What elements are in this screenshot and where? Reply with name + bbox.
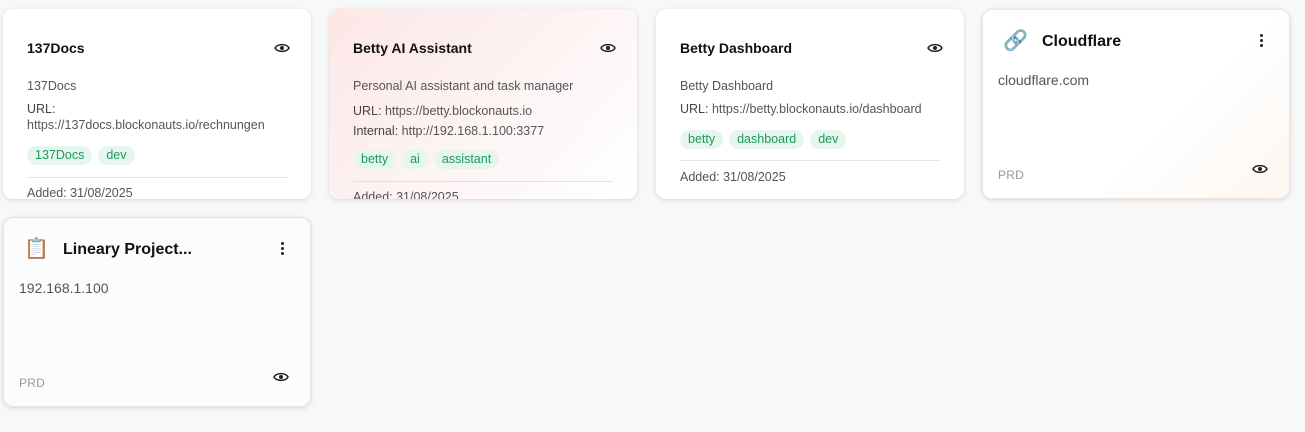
- more-options-icon[interactable]: [276, 239, 288, 257]
- tag[interactable]: assistant: [433, 150, 500, 169]
- internal-link[interactable]: http://192.168.1.100:3377: [402, 124, 545, 138]
- card-urls: URL: https://betty.blockonauts.io Intern…: [353, 101, 617, 141]
- card-urls: URL: https://betty.blockonauts.io/dashbo…: [680, 101, 944, 117]
- tag[interactable]: betty: [353, 150, 397, 169]
- card-title: 137Docs: [27, 40, 85, 56]
- tag[interactable]: dev: [98, 146, 135, 165]
- url-label: URL:: [680, 102, 709, 116]
- more-options-icon[interactable]: [1255, 31, 1267, 49]
- tag[interactable]: betty: [680, 130, 724, 149]
- divider: [680, 160, 940, 161]
- card-header: Betty AI Assistant: [353, 39, 617, 57]
- link-address[interactable]: cloudflare.com: [998, 72, 1089, 88]
- added-date: Added: 31/08/2025: [27, 186, 133, 199]
- clipboard-icon: 📋: [24, 238, 49, 260]
- divider: [27, 177, 287, 178]
- card-title: Cloudflare: [1042, 33, 1122, 50]
- card-title: Lineary Project...: [63, 241, 192, 258]
- eye-icon[interactable]: [599, 39, 617, 57]
- eye-icon[interactable]: [273, 39, 291, 57]
- card-urls: URL: https://137docs.blockonauts.io/rech…: [27, 101, 291, 133]
- tag-list: betty dashboard dev: [680, 130, 847, 149]
- added-date: Added: 31/08/2025: [680, 170, 786, 184]
- url-label: URL:: [353, 104, 382, 118]
- url-link[interactable]: https://betty.blockonauts.io: [385, 104, 532, 118]
- environment-label: PRD: [19, 376, 45, 390]
- url-link[interactable]: https://137docs.blockonauts.io/rechnunge…: [27, 118, 265, 132]
- card-header: 137Docs: [27, 39, 291, 57]
- tag[interactable]: dashboard: [729, 130, 805, 149]
- card-description: Betty Dashboard: [680, 79, 774, 93]
- url-link[interactable]: https://betty.blockonauts.io/dashboard: [712, 102, 922, 116]
- url-label: URL:: [27, 102, 56, 116]
- eye-icon[interactable]: [272, 368, 290, 386]
- eye-icon[interactable]: [1251, 160, 1269, 178]
- card-header: Betty Dashboard: [680, 39, 944, 57]
- internal-label: Internal:: [353, 124, 399, 138]
- tag[interactable]: ai: [402, 150, 428, 169]
- service-card-betty-ai[interactable]: Betty AI Assistant Personal AI assistant…: [329, 9, 637, 199]
- link-card-lineary-project[interactable]: 📋 Lineary Project... 192.168.1.100 PRD: [3, 217, 311, 407]
- card-description: 137Docs: [27, 79, 77, 93]
- environment-label: PRD: [998, 168, 1024, 182]
- service-card-137docs[interactable]: 137Docs 137Docs URL: https://137docs.blo…: [3, 9, 311, 199]
- link-card-cloudflare[interactable]: 🔗 Cloudflare cloudflare.com PRD: [982, 9, 1290, 199]
- tag-list: 137Docs dev: [27, 146, 135, 165]
- link-address[interactable]: 192.168.1.100: [19, 280, 109, 296]
- card-description: Personal AI assistant and task manager: [353, 79, 574, 93]
- card-title: Betty Dashboard: [680, 40, 793, 56]
- tag[interactable]: 137Docs: [27, 146, 93, 165]
- divider: [353, 181, 613, 182]
- tag[interactable]: dev: [810, 130, 847, 149]
- eye-icon[interactable]: [926, 39, 944, 57]
- added-date: Added: 31/08/2025: [353, 190, 459, 199]
- service-card-betty-dashboard[interactable]: Betty Dashboard Betty Dashboard URL: htt…: [656, 9, 964, 199]
- link-icon: 🔗: [1003, 30, 1028, 52]
- tag-list: betty ai assistant: [353, 150, 500, 169]
- card-title: Betty AI Assistant: [353, 40, 472, 56]
